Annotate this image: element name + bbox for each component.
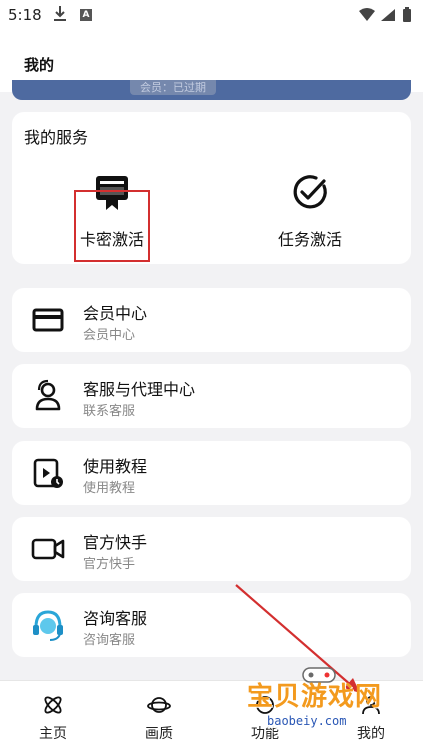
check-circle-icon xyxy=(293,175,327,209)
system-status-icons xyxy=(359,7,411,22)
services-title: 我的服务 xyxy=(24,128,89,147)
menu-item-subtitle: 会员中心 xyxy=(83,328,136,343)
highlight-box xyxy=(74,190,150,262)
task-activate-label: 任务激活 xyxy=(277,230,342,249)
person-icon xyxy=(35,379,61,411)
headset-icon xyxy=(33,610,63,641)
menu-item-subtitle: 官方快手 xyxy=(83,557,136,572)
menu-item-consult[interactable]: 咨询客服 咨询客服 xyxy=(12,593,411,657)
page-title: 我的 xyxy=(24,56,55,74)
nav-quality[interactable]: 画质 xyxy=(106,681,212,753)
nav-label: 功能 xyxy=(251,726,279,742)
battery-icon xyxy=(403,9,411,22)
video-clock-icon xyxy=(33,458,63,488)
function-icon xyxy=(256,696,274,714)
menu-item-subtitle: 咨询客服 xyxy=(83,633,136,648)
my-services-card: 我的服务 卡密激活 任务激活 xyxy=(12,112,411,264)
menu-item-subtitle: 使用教程 xyxy=(83,481,136,496)
nav-home[interactable]: 主页 xyxy=(0,681,106,753)
nav-label: 主页 xyxy=(39,726,67,742)
planet-icon xyxy=(147,697,171,713)
menu-item-title: 咨询客服 xyxy=(83,609,148,628)
task-activate-button[interactable]: 任务激活 xyxy=(230,172,390,250)
video-camera-icon xyxy=(31,538,65,560)
menu-item-title: 客服与代理中心 xyxy=(83,380,196,399)
nav-function[interactable]: 功能 xyxy=(212,681,318,753)
download-icon xyxy=(54,6,66,21)
profile-icon xyxy=(362,696,380,715)
nav-mine[interactable]: 我的 xyxy=(318,681,423,753)
status-time: 5:18 xyxy=(8,6,42,24)
menu-item-kuaishou[interactable]: 官方快手 官方快手 xyxy=(12,517,411,581)
menu-item-subtitle: 联系客服 xyxy=(83,404,136,419)
app-notification-icon: A xyxy=(80,9,92,21)
nav-label: 画质 xyxy=(145,726,173,742)
status-bar: 5:18 A xyxy=(0,0,423,30)
wifi-icon xyxy=(359,8,375,21)
signal-icon xyxy=(381,9,395,21)
bottom-nav: 主页 画质 功能 我的 xyxy=(0,680,423,753)
credit-card-icon xyxy=(32,308,64,332)
menu-item-member-center[interactable]: 会员中心 会员中心 xyxy=(12,288,411,352)
menu-item-service-agent[interactable]: 客服与代理中心 联系客服 xyxy=(12,364,411,428)
atom-icon xyxy=(44,696,62,714)
nav-label: 我的 xyxy=(357,726,385,742)
membership-banner[interactable]: 会员：已过期 xyxy=(12,80,411,100)
menu-item-tutorial[interactable]: 使用教程 使用教程 xyxy=(12,441,411,505)
menu-item-title: 使用教程 xyxy=(83,457,148,476)
menu-item-title: 官方快手 xyxy=(83,533,148,552)
membership-status: 会员：已过期 xyxy=(130,80,216,95)
menu-item-title: 会员中心 xyxy=(83,304,148,323)
